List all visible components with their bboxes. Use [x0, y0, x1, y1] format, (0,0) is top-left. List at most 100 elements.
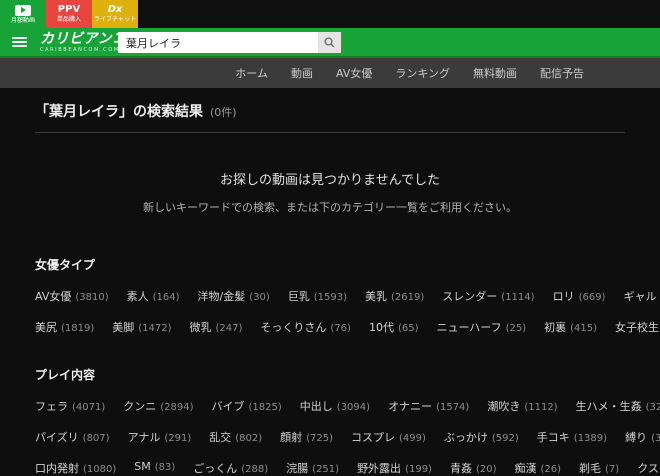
category-tag[interactable]: 洋物/金髪 (30)	[198, 288, 270, 304]
livechat-button[interactable]: Dx ライブチャット	[92, 0, 138, 28]
main-nav: ホーム 動画 AV女優 ランキング 無料動画 配信予告	[0, 58, 660, 88]
monthly-video-button[interactable]: 月額動画	[0, 0, 46, 28]
tag-label: 10代	[368, 321, 394, 334]
category-tag[interactable]: クスコ(117)	[637, 460, 660, 476]
category-tag[interactable]: オナニー (1574)	[388, 398, 469, 414]
category-tag[interactable]: ぶっかけ (592)	[444, 429, 519, 445]
tag-count: (807)	[82, 433, 110, 444]
category-tag[interactable]: 素人 (164)	[127, 288, 180, 304]
tag-label: 痴漢	[514, 462, 537, 475]
category-tag[interactable]: AV女優 (3810)	[35, 288, 109, 304]
nav-link[interactable]: ランキング	[395, 65, 450, 81]
category-tag[interactable]: パイズリ (807)	[35, 429, 110, 445]
menu-icon[interactable]	[12, 35, 27, 49]
tag-count: (291)	[164, 433, 192, 444]
empty-message: お探しの動画は見つかりませんでした	[220, 173, 440, 188]
category-tag[interactable]: ごっくん (288)	[193, 460, 268, 476]
tag-rows: AV女優 (3810) 素人 (164) 洋物/金髪 (30) 巨乳 (1593) 美乳 (261…	[35, 288, 659, 335]
category-tag[interactable]: ロリ (669)	[553, 288, 606, 304]
tag-count: (499)	[399, 433, 426, 444]
category-tag[interactable]: 美尻 (1819)	[35, 319, 94, 335]
category-tag[interactable]: SM (83)	[134, 460, 175, 476]
ppv-button[interactable]: PPV 単品購入	[46, 0, 92, 28]
nav-link[interactable]: 無料動画	[473, 65, 517, 81]
category-tag[interactable]: ギャル(371)	[623, 288, 660, 304]
tag-count: (251)	[312, 464, 340, 475]
tag-label: 潮吹き	[487, 400, 521, 413]
category-tag[interactable]: 顔射 (725)	[280, 429, 333, 445]
tag-count: (1825)	[248, 402, 282, 413]
category-tag[interactable]: 美乳 (2619)	[365, 288, 424, 304]
category-tag[interactable]: 野外露出 (199)	[357, 460, 432, 476]
tag-label: スレンダー	[442, 290, 498, 303]
category-tag[interactable]: 中出し (3094)	[300, 398, 370, 414]
monthly-video-label: 月額動画	[10, 16, 35, 24]
category-tag[interactable]: 浣腸 (251)	[286, 460, 339, 476]
tag-label: 青姦	[449, 462, 472, 475]
tag-count: (1389)	[573, 433, 608, 444]
tag-label: 縛り	[625, 431, 648, 444]
tag-label: 美尻	[35, 321, 57, 334]
tag-count: (288)	[241, 464, 269, 475]
tag-count: (393)	[651, 433, 660, 444]
livechat-label: ライブチャット	[94, 16, 136, 23]
nav-link[interactable]: AV女優	[336, 65, 372, 81]
category-tag[interactable]: そっくりさん (76)	[260, 319, 351, 335]
category-tag[interactable]: 生ハメ・生姦(3222)	[576, 398, 660, 414]
category-tag[interactable]: 初裏 (415)	[544, 319, 597, 335]
category-tag[interactable]: 青姦 (20)	[450, 460, 497, 476]
search-input[interactable]	[118, 32, 318, 53]
tag-label: そっくりさん	[260, 321, 327, 334]
search-icon	[324, 37, 335, 48]
section-heading: 女優タイプ	[35, 258, 96, 272]
category-tag[interactable]: 巨乳 (1593)	[288, 288, 347, 304]
tag-label: 微乳	[189, 321, 212, 334]
tag-count: (25)	[505, 323, 527, 334]
category-tag[interactable]: スレンダー (1114)	[442, 288, 534, 304]
category-tag[interactable]: 剃毛 (7)	[579, 460, 619, 476]
category-tag[interactable]: アナル (291)	[128, 429, 192, 445]
tag-count: (3810)	[75, 292, 109, 303]
tag-label: 口内発射	[35, 462, 79, 475]
search-result-title: 「葉月レイラ」の検索結果	[35, 104, 203, 120]
tag-label: 巨乳	[287, 290, 310, 303]
tag-label: バイブ	[211, 400, 245, 413]
category-tag[interactable]: 乱交 (802)	[209, 429, 262, 445]
tag-label: 中出し	[299, 400, 333, 413]
tag-count: (30)	[249, 292, 270, 303]
page-title: 「葉月レイラ」の検索結果 (0件)	[35, 101, 625, 121]
category-tag[interactable]: 美脚 (1472)	[112, 319, 171, 335]
nav-link[interactable]: 動画	[291, 65, 313, 81]
tag-label: 野外露出	[357, 462, 402, 475]
tag-label: 洋物/金髪	[197, 290, 246, 303]
nav-link[interactable]: ホーム	[235, 65, 268, 81]
category-tag[interactable]: 女子校生(142)	[615, 319, 660, 335]
search-button[interactable]	[318, 32, 341, 53]
ppv-label: 単品購入	[56, 16, 81, 23]
category-tag[interactable]: コスプレ (499)	[351, 429, 426, 445]
category-tag[interactable]: 微乳 (247)	[190, 319, 243, 335]
category-tag[interactable]: クンニ (2894)	[123, 398, 193, 414]
tag-count: (26)	[540, 464, 562, 475]
tag-count: (164)	[152, 292, 180, 303]
empty-hint: 新しいキーワードでの検索、または下のカテゴリー一覧をご利用ください。	[143, 201, 517, 214]
content-area: 「葉月レイラ」の検索結果 (0件) お探しの動画は見つかりませんでした 新しいキー…	[0, 101, 660, 476]
tag-label: 手コキ	[536, 431, 570, 444]
tag-count: (3094)	[336, 402, 371, 413]
category-tag[interactable]: 潮吹き (1112)	[487, 398, 557, 414]
play-icon	[15, 4, 31, 16]
category-tag[interactable]: 痴漢 (26)	[514, 460, 561, 476]
category-tag[interactable]: バイブ (1825)	[212, 398, 282, 414]
category-tag[interactable]: 縛り(393)	[625, 429, 660, 445]
category-tag[interactable]: 口内発射 (1080)	[35, 460, 116, 476]
tag-count: (1112)	[524, 402, 558, 413]
tag-label: ごっくん	[193, 462, 238, 475]
category-tag[interactable]: 10代 (65)	[369, 319, 419, 335]
category-tag[interactable]: ニューハーフ (25)	[436, 319, 526, 335]
dx-logo: Dx	[107, 4, 123, 15]
category-tag[interactable]: 手コキ (1389)	[537, 429, 607, 445]
tag-label: 顔射	[280, 431, 303, 444]
tag-label: 剃毛	[579, 462, 602, 475]
nav-link[interactable]: 配信予告	[540, 65, 584, 81]
category-tag[interactable]: フェラ (4071)	[35, 398, 105, 414]
